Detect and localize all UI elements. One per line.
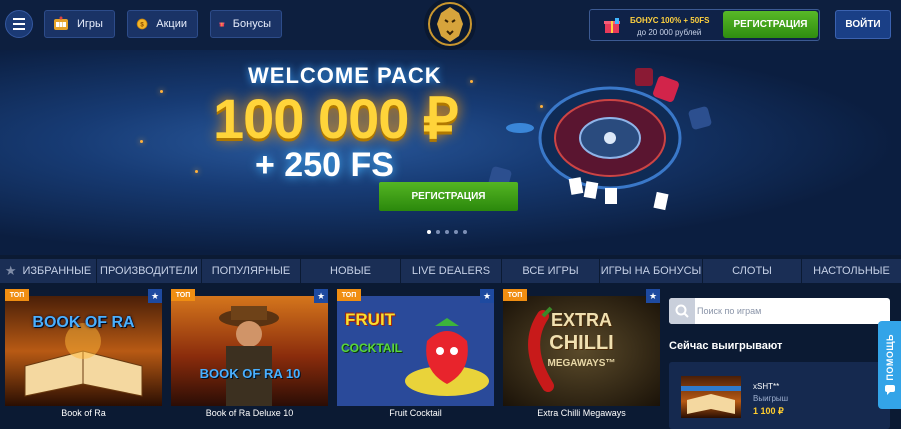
game-art-text: CHILLI xyxy=(549,332,614,354)
menu-line xyxy=(13,23,25,25)
game-title[interactable]: Extra Chilli Megaways xyxy=(503,408,660,418)
carousel-dot[interactable] xyxy=(427,230,431,234)
category-providers-tab[interactable]: Производители xyxy=(97,259,202,283)
category-bonus-games-tab[interactable]: Игры на бонусы xyxy=(600,259,703,283)
gift-icon xyxy=(219,22,225,27)
game-card[interactable]: ТОП ★ EXTRA CHILLI MEGAWAYS™ Extra Chill… xyxy=(503,289,660,423)
game-art-text: MEGAWAYS™ xyxy=(547,358,616,369)
category-favorites-label: Избранные xyxy=(22,265,92,277)
favorite-star-icon[interactable]: ★ xyxy=(314,289,328,303)
gift-icon xyxy=(604,18,620,33)
hero-banner[interactable]: WELCOME PACK 100 000 ₽ + 250 FS РЕГИСТРА… xyxy=(0,50,901,255)
help-tab[interactable]: ПОМОЩЬ xyxy=(878,321,901,409)
game-art-text: COCKTAIL xyxy=(341,341,403,355)
lion-logo-icon xyxy=(424,0,476,50)
game-title[interactable]: Book of Ra xyxy=(5,408,162,418)
chat-icon xyxy=(884,385,895,396)
svg-text:$: $ xyxy=(140,21,144,28)
top-badge: ТОП xyxy=(5,289,29,301)
coin-icon: $ xyxy=(136,18,148,30)
search-icon[interactable] xyxy=(669,298,695,324)
category-table-tab[interactable]: Настольные xyxy=(802,259,901,283)
bonus-subline: до 20 000 рублей xyxy=(637,28,702,37)
favorite-star-icon[interactable]: ★ xyxy=(646,289,660,303)
nav-games-label: Игры xyxy=(77,18,103,30)
hero-register-button[interactable]: РЕГИСТРАЦИЯ xyxy=(379,182,518,211)
register-button[interactable]: РЕГИСТРАЦИЯ xyxy=(723,11,818,38)
carousel-dot[interactable] xyxy=(454,230,458,234)
bonus-headline: БОНУС 100% + 50FS xyxy=(630,16,710,25)
category-live-dealers-tab[interactable]: Live Dealers xyxy=(401,259,502,283)
carousel-dot[interactable] xyxy=(463,230,467,234)
login-button[interactable]: ВОЙТИ xyxy=(835,10,891,39)
game-thumbnail[interactable]: FRUIT COCKTAIL xyxy=(337,296,494,406)
menu-line xyxy=(13,18,25,20)
carousel-dot[interactable] xyxy=(436,230,440,234)
game-art-text: FRUIT xyxy=(345,310,396,329)
game-card[interactable]: ТОП ★ FRUIT COCKTAIL Fruit Cocktail xyxy=(337,289,494,423)
search-input[interactable] xyxy=(697,302,882,320)
book-of-ra-artwork xyxy=(5,296,162,406)
game-thumbnail[interactable]: BOOK OF RA 10 xyxy=(171,296,328,406)
game-art-text: BOOK OF RA xyxy=(32,314,135,331)
roulette-dice-artwork xyxy=(488,68,712,211)
carousel-dots xyxy=(427,230,467,234)
book-of-ra-deluxe-artwork xyxy=(219,306,279,406)
winner-amount: 1 100 ₽ xyxy=(753,406,784,416)
carousel-dot[interactable] xyxy=(445,230,449,234)
winner-label: Выигрыш xyxy=(753,394,789,403)
game-title[interactable]: Fruit Cocktail xyxy=(337,408,494,418)
star-icon: ★ xyxy=(4,263,17,278)
winner-username: xSHT** xyxy=(753,382,780,391)
lion-logo[interactable] xyxy=(420,0,480,52)
category-all-games-tab[interactable]: Все игры xyxy=(502,259,600,283)
favorite-star-icon[interactable]: ★ xyxy=(148,289,162,303)
sparkle-decoration xyxy=(195,170,198,173)
winner-game-thumbnail xyxy=(681,376,741,418)
game-art-text: EXTRA xyxy=(550,310,612,330)
sparkle-decoration xyxy=(160,90,163,93)
top-badge: ТОП xyxy=(503,289,527,301)
category-new-tab[interactable]: Новые xyxy=(301,259,401,283)
menu-line xyxy=(13,28,25,30)
sparkle-decoration xyxy=(140,140,143,143)
nav-promotions-label: Акции xyxy=(156,18,187,30)
category-favorites-tab[interactable]: ★ Избранные xyxy=(0,259,97,283)
nav-promotions-button[interactable]: $ Акции xyxy=(127,10,198,38)
category-bar: ★ Избранные Производители Популярные Нов… xyxy=(0,259,901,283)
game-card[interactable]: ТОП ★ BOOK OF RA Book of Ra xyxy=(5,289,162,423)
top-header: Игры $ Акции Бонусы БОНУС 100% + 50FS до… xyxy=(0,0,901,50)
hamburger-menu-button[interactable] xyxy=(5,10,33,38)
nav-bonuses-button[interactable]: Бонусы xyxy=(210,10,282,38)
winners-heading: Сейчас выигрывают xyxy=(669,340,783,352)
slot-machine-icon xyxy=(54,16,68,30)
game-thumbnail[interactable]: BOOK OF RA xyxy=(5,296,162,406)
category-popular-tab[interactable]: Популярные xyxy=(202,259,301,283)
game-art-text: BOOK OF RA 10 xyxy=(199,366,301,381)
game-title[interactable]: Book of Ra Deluxe 10 xyxy=(171,408,328,418)
hero-free-spins: + 250 FS xyxy=(255,146,394,184)
top-badge: ТОП xyxy=(337,289,361,301)
help-label: ПОМОЩЬ xyxy=(884,333,895,381)
top-badge: ТОП xyxy=(171,289,195,301)
game-thumbnail[interactable]: EXTRA CHILLI MEGAWAYS™ xyxy=(503,296,660,406)
sparkle-decoration xyxy=(470,80,473,83)
nav-bonuses-label: Бонусы xyxy=(232,18,271,30)
game-search-box[interactable] xyxy=(669,298,890,324)
favorite-star-icon[interactable]: ★ xyxy=(480,289,494,303)
game-card[interactable]: ТОП ★ BOOK OF RA 10 Book of Ra Deluxe 10 xyxy=(171,289,328,423)
category-slots-tab[interactable]: Слоты xyxy=(703,259,802,283)
winner-item[interactable]: xSHT** Выигрыш 1 100 ₽ xyxy=(669,362,890,429)
nav-games-button[interactable]: Игры xyxy=(44,10,115,38)
hero-amount: 100 000 ₽ xyxy=(213,87,459,150)
